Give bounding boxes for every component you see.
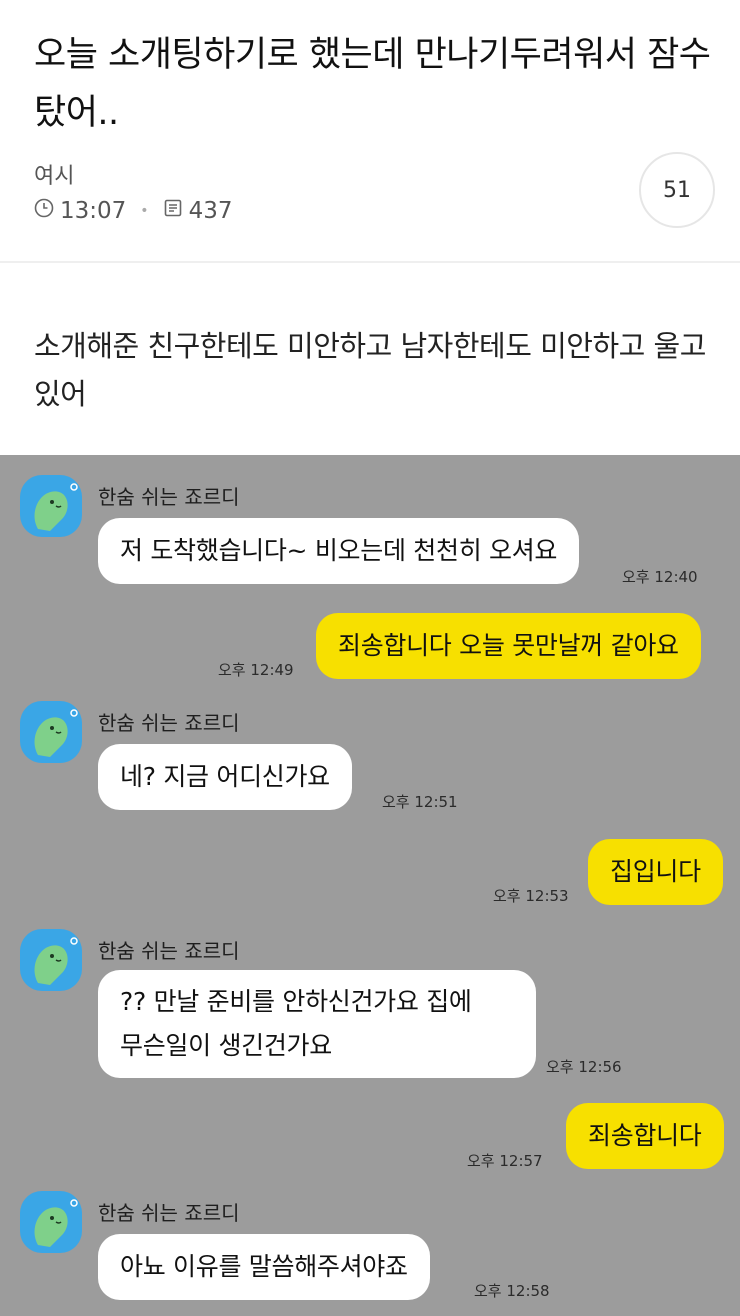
- dinosaur-icon: [34, 1199, 78, 1247]
- message-time: 오후 12:53: [493, 887, 569, 905]
- outgoing-message: 죄송합니다 오늘 못만날꺼 같아요: [316, 613, 701, 679]
- jordy-avatar: [20, 1191, 82, 1253]
- jordy-avatar: [20, 929, 82, 991]
- incoming-message: 아뇨 이유를 말씀해주셔야죠: [98, 1234, 430, 1300]
- message-time: 오후 12:40: [622, 568, 698, 586]
- sender-name: 한숨 쉬는 죠르디: [98, 939, 240, 963]
- jordy-avatar: [20, 475, 82, 537]
- message-line: 무슨일이 생긴건가요: [120, 1031, 332, 1060]
- sender-name: 한숨 쉬는 죠르디: [98, 485, 240, 509]
- incoming-message: ?? 만날 준비를 안하신건가요 집에 무슨일이 생긴건가요: [98, 970, 536, 1078]
- clock-icon: [34, 198, 54, 224]
- message-time: 오후 12:58: [474, 1282, 550, 1300]
- dinosaur-icon: [34, 483, 78, 531]
- dinosaur-icon: [34, 937, 78, 985]
- author-name[interactable]: 여시: [34, 158, 74, 190]
- divider: [0, 261, 740, 263]
- post-meta: 13:07 • 437: [34, 198, 232, 224]
- message-time: 오후 12:56: [546, 1058, 622, 1076]
- outgoing-message: 죄송합니다: [566, 1103, 724, 1169]
- dinosaur-icon: [34, 709, 78, 757]
- incoming-message: 네? 지금 어디신가요: [98, 744, 352, 810]
- jordy-avatar: [20, 701, 82, 763]
- incoming-message: 저 도착했습니다~ 비오는데 천천히 오셔요: [98, 518, 580, 584]
- meta-separator: •: [140, 203, 149, 219]
- message-line: ?? 만날 준비를 안하신건가요 집에: [120, 987, 472, 1016]
- document-icon: [163, 198, 183, 224]
- post-title: 오늘 소개팅하기로 했는데 만나기두려워서 잠수 탔어..: [34, 35, 711, 133]
- sender-name: 한숨 쉬는 죠르디: [98, 1201, 240, 1225]
- message-time: 오후 12:57: [467, 1152, 543, 1170]
- post-header: 오늘 소개팅하기로 했는데 만나기두려워서 잠수 탔어.. 여시 13:07 •…: [0, 0, 740, 262]
- message-time: 오후 12:49: [218, 661, 294, 679]
- view-count: 437: [188, 198, 233, 224]
- comment-count-button[interactable]: 51: [639, 152, 715, 228]
- post-body: 소개해준 친구한테도 미안하고 남자한테도 미안하고 울고있어: [34, 329, 706, 411]
- post-time: 13:07: [60, 198, 127, 224]
- message-time: 오후 12:51: [382, 793, 458, 811]
- outgoing-message: 집입니다: [588, 839, 723, 905]
- chat-screenshot: 한숨 쉬는 죠르디 저 도착했습니다~ 비오는데 천천히 오셔요 오후 12:4…: [0, 455, 740, 1316]
- sender-name: 한숨 쉬는 죠르디: [98, 711, 240, 735]
